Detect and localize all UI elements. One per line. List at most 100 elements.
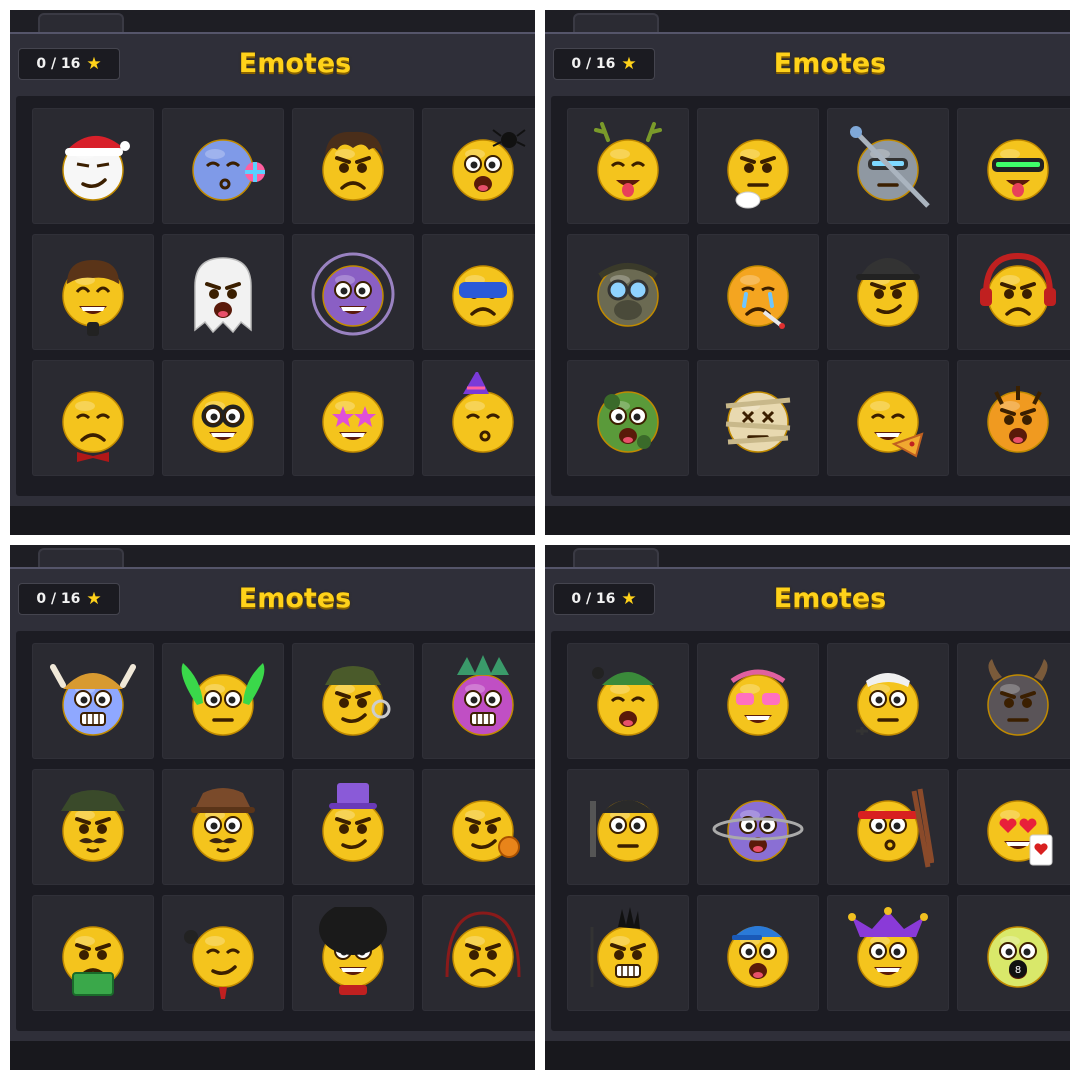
- bottom-bar: [545, 1041, 1070, 1070]
- pizza-laugh-emote-icon: [857, 391, 924, 458]
- svg-text:8: 8: [1015, 965, 1021, 976]
- star-count-label: 0 / 16: [36, 56, 81, 72]
- emote-tile[interactable]: [292, 360, 414, 476]
- emote-tile[interactable]: [827, 234, 949, 350]
- emote-tile[interactable]: [32, 769, 154, 885]
- emote-tile[interactable]: [567, 360, 689, 476]
- emote-tile[interactable]: [567, 769, 689, 885]
- emotes-panel: 0 / 16 ★ Emotes: [545, 10, 1070, 535]
- headphones-angry-emote-icon: [980, 252, 1056, 327]
- emote-tile[interactable]: [827, 360, 949, 476]
- star-count-label: 0 / 16: [571, 56, 616, 72]
- emote-tile[interactable]: [697, 769, 819, 885]
- smug-eight-ball-emote-icon: [184, 926, 254, 999]
- bottom-bar: [10, 506, 535, 535]
- emotes-window: 0 / 16 ★ Emotes: [545, 32, 1070, 524]
- emote-tile[interactable]: 8: [957, 895, 1070, 1011]
- emote-tile[interactable]: [422, 234, 535, 350]
- emote-tile[interactable]: [957, 108, 1070, 224]
- emote-grid: [32, 108, 535, 476]
- emote-tile[interactable]: [162, 643, 284, 759]
- emote-tile[interactable]: [32, 360, 154, 476]
- star-eyes-emote-icon: [322, 391, 384, 453]
- star-count-label: 0 / 16: [36, 591, 81, 607]
- emote-grid-container: [16, 631, 535, 1031]
- cloud-pinwheel-emote-icon: [192, 139, 265, 201]
- emote-tile[interactable]: [162, 108, 284, 224]
- emote-tile[interactable]: [162, 234, 284, 350]
- reindeer-tongue-emote-icon: [594, 122, 662, 201]
- emote-tile[interactable]: [292, 108, 414, 224]
- nerd-glasses-emote-icon: [192, 391, 254, 453]
- emote-tile[interactable]: [827, 643, 949, 759]
- planet-emote-icon: [712, 800, 804, 862]
- emote-tile[interactable]: [422, 360, 535, 476]
- ghost-emote-icon: [194, 257, 252, 334]
- emotes-window: 0 / 16 ★ Emotes: [10, 567, 535, 1059]
- emote-tile[interactable]: [567, 108, 689, 224]
- emote-tile[interactable]: [567, 643, 689, 759]
- emote-tile[interactable]: [957, 643, 1070, 759]
- star-icon: ★: [86, 588, 102, 609]
- emote-tile[interactable]: [697, 360, 819, 476]
- coin-offer-emote-icon: [452, 800, 520, 862]
- emotes-window: 0 / 16 ★ Emotes: [10, 32, 535, 524]
- peeking-beanie-emote-icon: [590, 800, 659, 862]
- emote-tile[interactable]: [957, 234, 1070, 350]
- emote-tile[interactable]: [32, 234, 154, 350]
- star-counter: 0 / 16 ★: [553, 48, 655, 80]
- emote-tile[interactable]: [32, 643, 154, 759]
- eight-ball-hands-up-emote-icon: 8: [987, 926, 1049, 988]
- emote-tile[interactable]: [567, 895, 689, 1011]
- emote-tile[interactable]: [32, 108, 154, 224]
- page-title: Emotes: [238, 48, 352, 79]
- emote-tile[interactable]: [292, 895, 414, 1011]
- fedora-smirk-emote-icon: [856, 258, 920, 327]
- emote-tile[interactable]: [697, 895, 819, 1011]
- emote-grid: 8: [567, 643, 1070, 1011]
- emote-tile[interactable]: [827, 108, 949, 224]
- detective-magnifier-emote-icon: [322, 666, 391, 736]
- emote-tile[interactable]: [697, 108, 819, 224]
- page-title: Emotes: [773, 583, 887, 614]
- emote-tile[interactable]: [422, 643, 535, 759]
- spider-scared-emote-icon: [452, 129, 526, 201]
- emote-tile[interactable]: [422, 895, 535, 1011]
- money-grumpy-emote-icon: [62, 926, 124, 996]
- emote-tile[interactable]: [292, 769, 414, 885]
- emote-tile[interactable]: [957, 360, 1070, 476]
- emote-grid: [567, 108, 1070, 476]
- jump-rope-angry-emote-icon: [445, 911, 521, 988]
- grumpy-shaggy-hair-emote-icon: [322, 131, 384, 201]
- mummy-emote-icon: [725, 391, 791, 453]
- emote-tile[interactable]: [292, 234, 414, 350]
- star-counter: 0 / 16 ★: [18, 48, 120, 80]
- bottom-bar: [545, 506, 1070, 535]
- pool-cues-headband-emote-icon: [857, 788, 934, 868]
- star-counter: 0 / 16 ★: [553, 583, 655, 615]
- emote-tile[interactable]: [697, 234, 819, 350]
- star-icon: ★: [621, 588, 637, 609]
- star-icon: ★: [621, 53, 637, 74]
- jester-cocktail-emote-icon: [848, 907, 928, 988]
- emote-tile[interactable]: [422, 108, 535, 224]
- bandana-thumbs-emote-icon: [856, 673, 919, 736]
- gas-mask-emote-icon: [597, 263, 659, 327]
- emote-tile[interactable]: [567, 234, 689, 350]
- emote-tile[interactable]: [292, 643, 414, 759]
- emote-tile[interactable]: [162, 895, 284, 1011]
- star-counter: 0 / 16 ★: [18, 583, 120, 615]
- emote-tile[interactable]: [827, 769, 949, 885]
- santa-emote-icon: [62, 135, 130, 201]
- emote-tile[interactable]: [32, 895, 154, 1011]
- emote-tile[interactable]: [827, 895, 949, 1011]
- crying-sick-emote-icon: [727, 265, 789, 329]
- emote-tile[interactable]: [957, 769, 1070, 885]
- page-title: Emotes: [773, 48, 887, 79]
- emote-tile[interactable]: [697, 643, 819, 759]
- emote-grid: [32, 643, 535, 1011]
- thinking-emote-icon: [727, 139, 789, 209]
- emote-tile[interactable]: [422, 769, 535, 885]
- emote-tile[interactable]: [162, 360, 284, 476]
- emote-tile[interactable]: [162, 769, 284, 885]
